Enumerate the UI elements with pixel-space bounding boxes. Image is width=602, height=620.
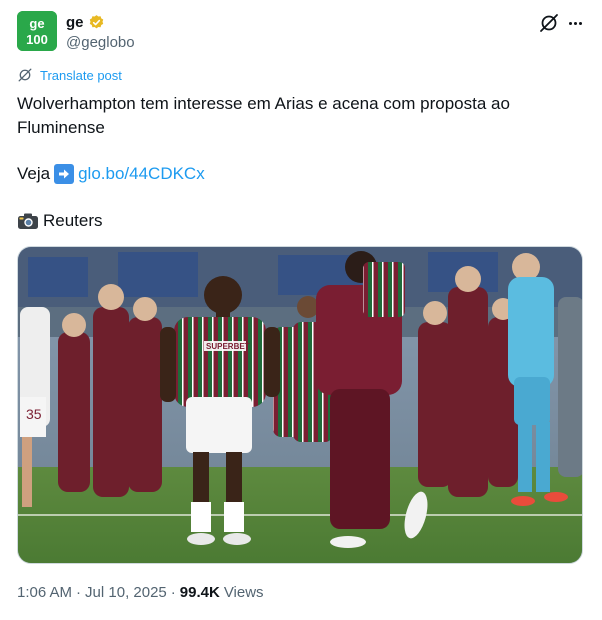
post-date[interactable]: Jul 10, 2025 xyxy=(85,584,167,601)
svg-text:ge: ge xyxy=(29,16,44,31)
photo-credit: Reuters xyxy=(43,211,103,230)
post-time[interactable]: 1:06 AM xyxy=(17,584,72,601)
views-count: 99.4K xyxy=(179,584,220,601)
grok-icon[interactable] xyxy=(538,12,560,34)
svg-text:100: 100 xyxy=(26,32,48,47)
post-meta: 1:06 AM · Jul 10, 2025 · 99.4K Views xyxy=(17,584,264,601)
svg-text:35: 35 xyxy=(26,406,42,422)
views-label: Views xyxy=(223,584,264,601)
author-handle[interactable]: @geglobo xyxy=(66,34,135,51)
tweet-card: ge 100 ge @geglobo Translate post Wolver… xyxy=(0,0,602,620)
right-arrow-icon xyxy=(54,164,75,184)
photo-credit-line: Reuters xyxy=(17,209,103,233)
translate-label[interactable]: Translate post xyxy=(40,68,122,83)
veja-label: Veja xyxy=(17,164,51,183)
avatar[interactable]: ge 100 xyxy=(17,11,57,51)
post-text-line-2: Fluminense xyxy=(17,118,105,137)
more-options-icon[interactable] xyxy=(564,12,586,34)
post-link[interactable]: glo.bo/44CDKCx xyxy=(78,162,205,186)
verified-badge-icon xyxy=(88,14,105,31)
translate-icon xyxy=(18,68,32,82)
post-text-line-1: Wolverhampton tem interesse em Arias e a… xyxy=(17,94,510,113)
author-name-row[interactable]: ge xyxy=(66,14,105,31)
author-display-name[interactable]: ge xyxy=(66,14,84,31)
camera-icon xyxy=(17,211,39,231)
meta-separator-2: · xyxy=(170,584,176,601)
post-veja-line: Veja glo.bo/44CDKCx xyxy=(17,162,205,186)
post-text: Wolverhampton tem interesse em Arias e a… xyxy=(17,92,577,140)
post-image[interactable]: 35 SUPERBET xyxy=(17,246,583,564)
translate-post-button[interactable]: Translate post xyxy=(17,67,122,83)
svg-text:SUPERBET: SUPERBET xyxy=(206,342,250,351)
meta-separator: · xyxy=(76,584,82,601)
